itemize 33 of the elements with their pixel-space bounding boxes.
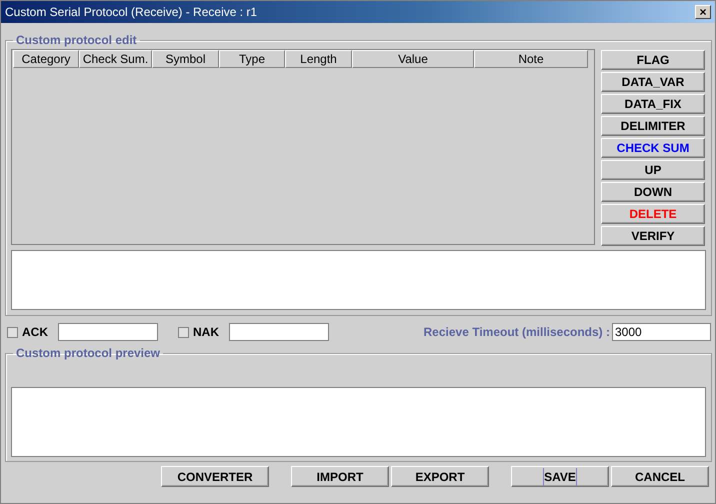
action-button[interactable]: EXPORT xyxy=(391,466,489,487)
action-button[interactable]: CONVERTER xyxy=(161,466,269,487)
action-button[interactable]: FLAG xyxy=(601,50,705,70)
timeout-field[interactable]: 3000 xyxy=(612,323,711,341)
action-button[interactable]: VERIFY xyxy=(601,226,705,246)
action-button[interactable]: CHECK SUM xyxy=(601,138,705,158)
column-header[interactable]: Note xyxy=(474,50,588,68)
checkbox-label: ACK xyxy=(22,325,48,339)
action-button[interactable]: IMPORT xyxy=(291,466,389,487)
checkbox[interactable] xyxy=(7,326,18,338)
column-header[interactable]: Length xyxy=(285,50,352,68)
action-button[interactable]: DELIMITER xyxy=(601,116,705,136)
action-button[interactable]: SAVE xyxy=(511,466,609,487)
input-field[interactable] xyxy=(58,323,158,341)
checkbox-label: NAK xyxy=(193,325,219,339)
timeout-label: Recieve Timeout (milliseconds) : xyxy=(424,325,610,339)
column-header[interactable]: Category xyxy=(13,50,79,68)
text-area[interactable] xyxy=(11,250,706,310)
group-title: Custom protocol edit xyxy=(15,33,138,47)
action-button[interactable]: DOWN xyxy=(601,182,705,202)
column-header[interactable]: Check Sum. xyxy=(79,50,152,68)
action-button[interactable]: CANCEL xyxy=(611,466,709,487)
input-field[interactable] xyxy=(229,323,329,341)
close-button[interactable]: × xyxy=(695,5,711,19)
checkbox[interactable] xyxy=(178,326,189,338)
window-title: Custom Serial Protocol (Receive) - Receive : r1 xyxy=(5,5,258,19)
column-header[interactable]: Value xyxy=(352,50,474,68)
action-button[interactable]: UP xyxy=(601,160,705,180)
column-header[interactable]: Symbol xyxy=(152,50,219,68)
action-button[interactable]: DATA_VAR xyxy=(601,72,705,92)
action-button[interactable]: DATA_FIX xyxy=(601,94,705,114)
group-title: Custom protocol preview xyxy=(15,346,162,360)
column-header[interactable]: Type xyxy=(219,50,285,68)
